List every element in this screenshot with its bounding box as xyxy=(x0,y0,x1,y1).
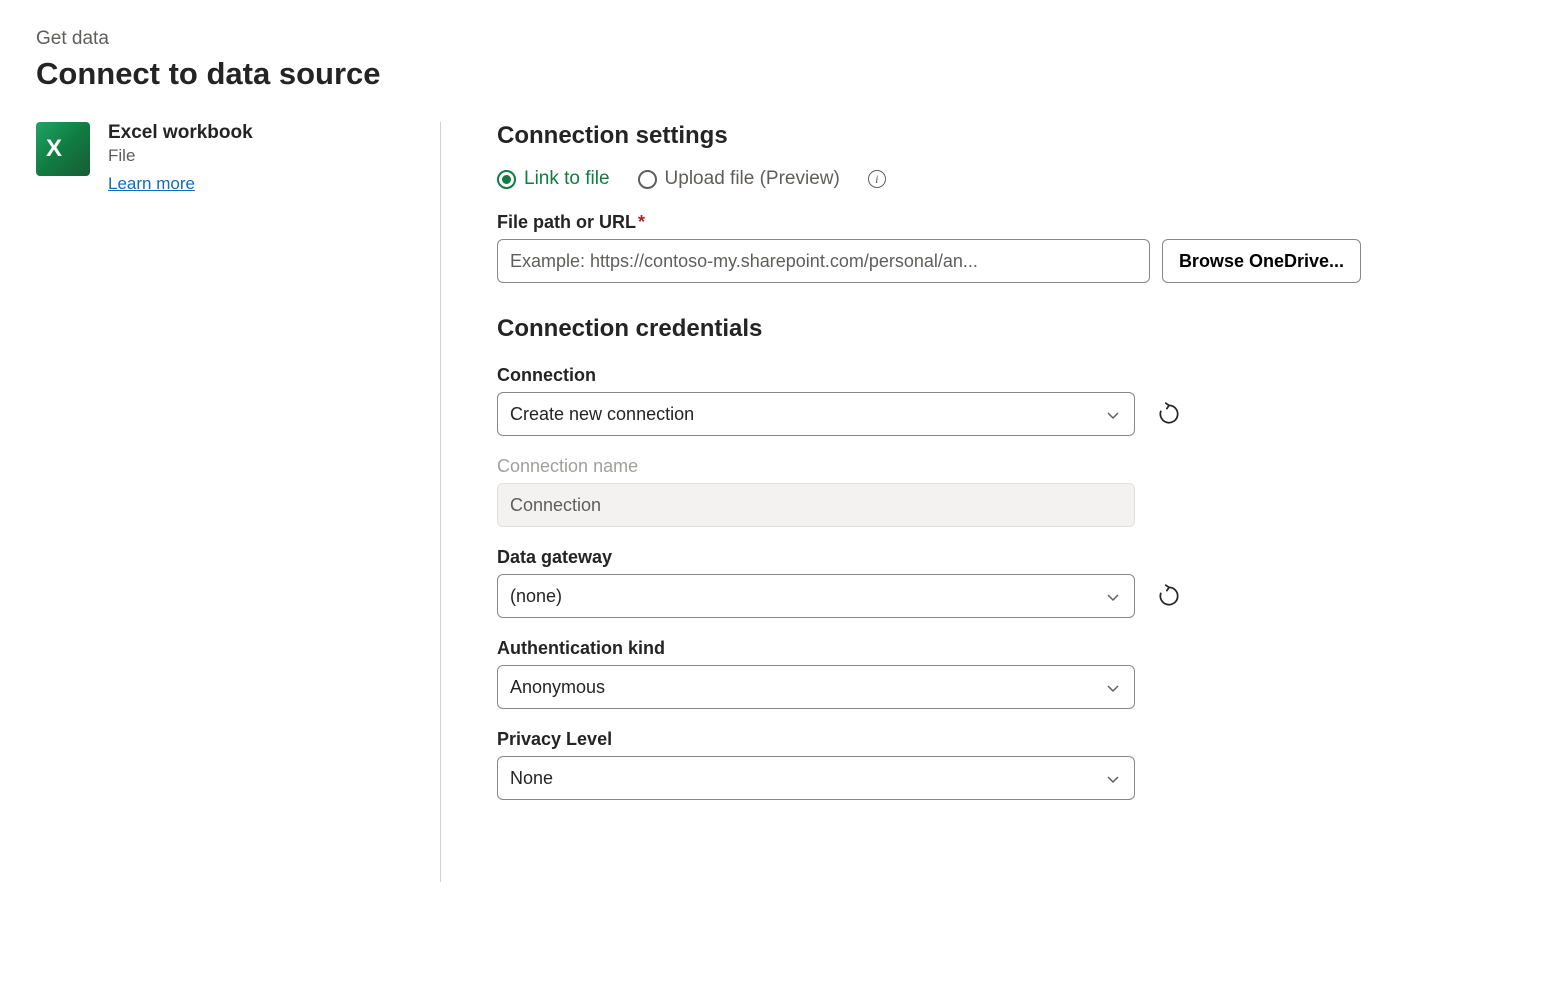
connection-select-value: Create new connection xyxy=(510,404,694,425)
file-path-label: File path or URL* xyxy=(497,212,1361,233)
refresh-icon xyxy=(1156,583,1182,609)
section-connection-credentials: Connection credentials xyxy=(497,315,1361,343)
connection-name-label: Connection name xyxy=(497,456,1361,477)
form-pane: Connection settings Link to file Upload … xyxy=(441,122,1361,882)
source-name: Excel workbook xyxy=(108,122,253,144)
required-asterisk: * xyxy=(638,212,645,232)
chevron-down-icon xyxy=(1106,407,1120,421)
chevron-down-icon xyxy=(1106,771,1120,785)
file-mode-radio-group: Link to file Upload file (Preview) i xyxy=(497,168,1361,190)
data-gateway-select[interactable]: (none) xyxy=(497,574,1135,618)
source-item: Excel workbook File Learn more xyxy=(36,122,410,194)
learn-more-link[interactable]: Learn more xyxy=(108,174,195,193)
data-gateway-value: (none) xyxy=(510,586,562,607)
gateway-refresh-button[interactable] xyxy=(1153,580,1185,612)
chevron-down-icon xyxy=(1106,589,1120,603)
radio-unselected-icon xyxy=(638,170,657,189)
page-title: Connect to data source xyxy=(36,56,1509,92)
info-icon[interactable]: i xyxy=(868,170,886,188)
privacy-level-label: Privacy Level xyxy=(497,729,1135,750)
connection-refresh-button[interactable] xyxy=(1153,398,1185,430)
section-connection-settings: Connection settings xyxy=(497,122,1361,150)
excel-icon xyxy=(36,122,90,176)
radio-upload-label: Upload file (Preview) xyxy=(665,168,840,190)
browse-onedrive-button[interactable]: Browse OneDrive... xyxy=(1162,239,1361,283)
privacy-level-value: None xyxy=(510,768,553,789)
main-layout: Excel workbook File Learn more Connectio… xyxy=(36,122,1509,882)
auth-kind-value: Anonymous xyxy=(510,677,605,698)
connection-select[interactable]: Create new connection xyxy=(497,392,1135,436)
radio-upload-file[interactable]: Upload file (Preview) xyxy=(638,168,840,190)
chevron-down-icon xyxy=(1106,680,1120,694)
breadcrumb: Get data xyxy=(36,28,1509,50)
privacy-level-select[interactable]: None xyxy=(497,756,1135,800)
source-type: File xyxy=(108,146,253,166)
radio-link-to-file[interactable]: Link to file xyxy=(497,168,610,190)
connection-label: Connection xyxy=(497,365,1361,386)
auth-kind-label: Authentication kind xyxy=(497,638,1135,659)
refresh-icon xyxy=(1156,401,1182,427)
source-pane: Excel workbook File Learn more xyxy=(36,122,441,882)
auth-kind-select[interactable]: Anonymous xyxy=(497,665,1135,709)
file-path-input[interactable] xyxy=(497,239,1150,283)
radio-selected-icon xyxy=(497,170,516,189)
radio-link-label: Link to file xyxy=(524,168,610,190)
connection-name-input xyxy=(497,483,1135,527)
data-gateway-label: Data gateway xyxy=(497,547,1361,568)
